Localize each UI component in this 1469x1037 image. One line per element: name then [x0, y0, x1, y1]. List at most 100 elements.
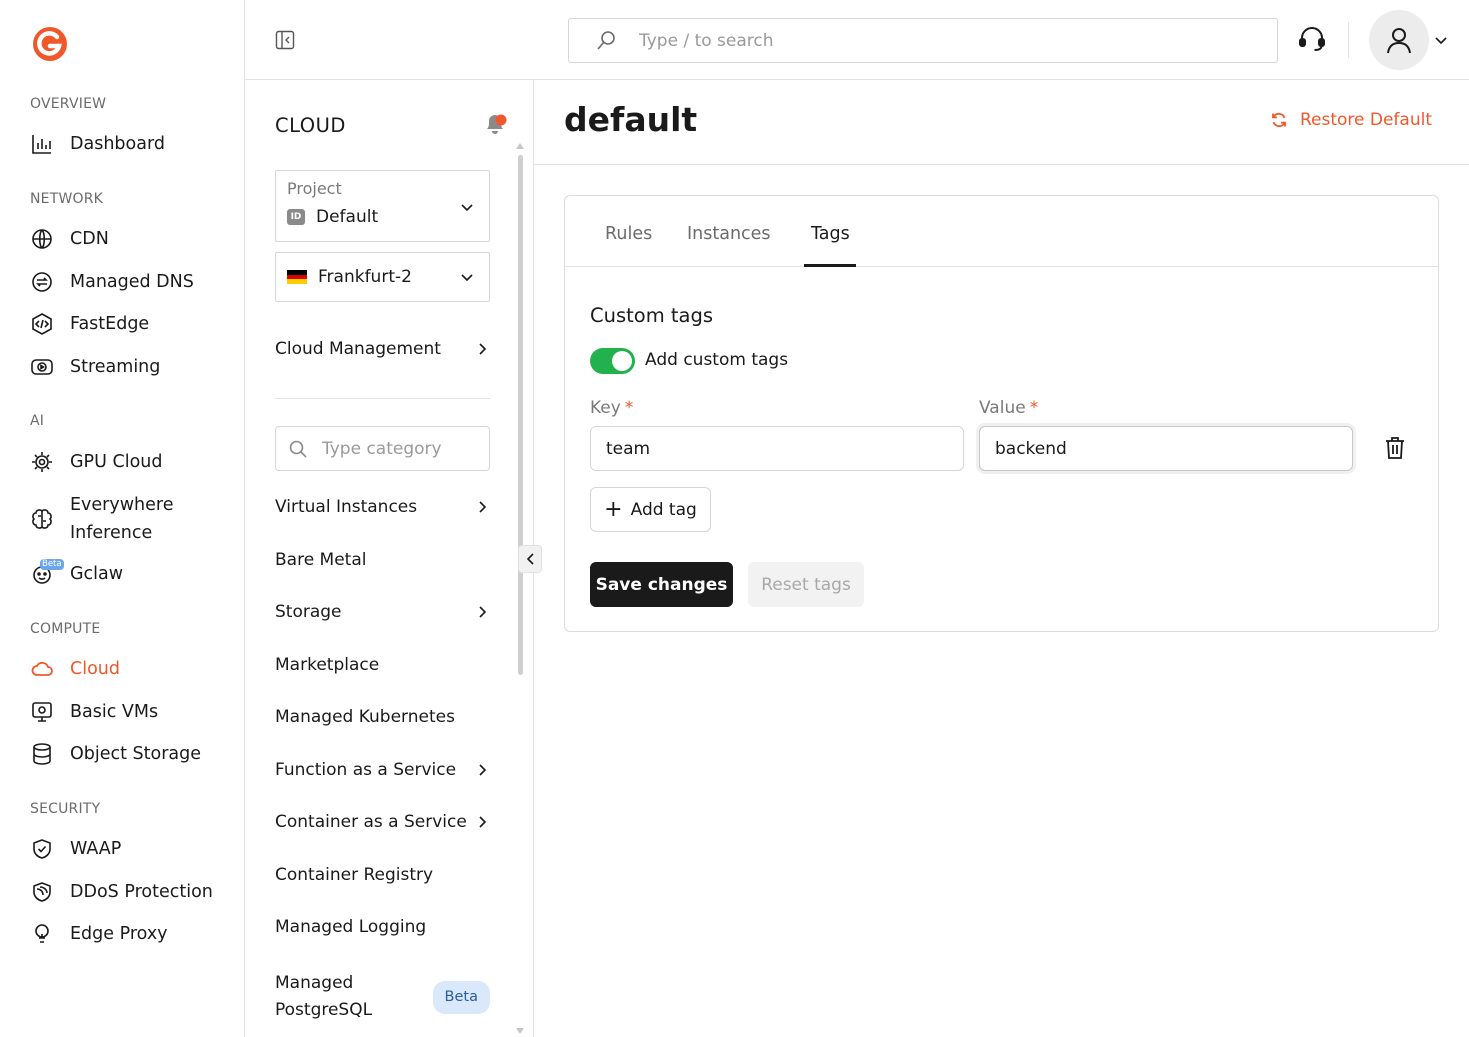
nav-item-label: Basic VMs: [70, 702, 159, 722]
custom-tags-title: Custom tags: [590, 304, 714, 327]
subnav-item-label: Virtual Instances: [275, 497, 418, 517]
subnav-item-bare-metal[interactable]: Bare Metal: [275, 550, 490, 570]
project-name: Default: [316, 207, 379, 227]
region-name: Frankfurt-2: [318, 267, 412, 287]
nav-item-cdn[interactable]: CDN: [30, 227, 109, 251]
add-tag-button[interactable]: + Add tag: [590, 487, 711, 532]
global-search[interactable]: [568, 18, 1278, 63]
nav-item-label: Everywhere Inference: [70, 495, 174, 543]
subnav-item-container-registry[interactable]: Container Registry: [275, 865, 490, 885]
beta-badge: Beta: [432, 980, 490, 1014]
database-icon: [30, 742, 54, 766]
user-avatar[interactable]: [1369, 10, 1429, 70]
nav-item-managed-dns[interactable]: Managed DNS: [30, 270, 194, 294]
subnav-item-cloud-management[interactable]: Cloud Management: [275, 339, 490, 359]
nav-item-ddos-protection[interactable]: DDoS Protection: [30, 880, 213, 904]
page-header: default Restore Default: [534, 80, 1469, 165]
id-badge-icon: ID: [287, 209, 305, 225]
nav-item-fastedge[interactable]: FastEdge: [30, 312, 149, 336]
subnav-item-label: Marketplace: [275, 655, 380, 675]
nav-item-edge-proxy[interactable]: Edge Proxy: [30, 922, 168, 946]
globe-icon: [30, 227, 54, 251]
main-sidebar: OVERVIEW Dashboard NETWORK CDN Managed D…: [0, 0, 245, 1037]
save-changes-button[interactable]: Save changes: [590, 562, 733, 607]
subnav-item-label: Managed Logging: [275, 917, 427, 937]
project-select[interactable]: Project ID Default: [275, 170, 490, 242]
tab-rules[interactable]: Rules: [605, 224, 652, 244]
trash-icon[interactable]: [1384, 436, 1406, 460]
chevron-right-icon: [479, 343, 487, 355]
nav-item-basic-vms[interactable]: Basic VMs: [30, 700, 158, 724]
subnav-item-container-as-a-service[interactable]: Container as a Service: [275, 812, 490, 832]
lightbulb-icon: [30, 922, 54, 946]
plus-icon: +: [604, 496, 623, 522]
chevron-right-icon: [479, 764, 487, 776]
value-label-text: Value: [979, 398, 1026, 418]
nav-item-label: DDoS Protection: [70, 882, 213, 902]
nav-item-label: Managed DNS: [70, 272, 194, 292]
scroll-up-arrow[interactable]: [516, 143, 524, 149]
subnav-scrollbar[interactable]: [518, 155, 523, 675]
subnav-item-label: Managed PostgreSQL: [275, 973, 373, 1020]
tab-instances[interactable]: Instances: [687, 224, 771, 244]
subnav-item-label: Container Registry: [275, 865, 434, 885]
reset-tags-button[interactable]: Reset tags: [748, 562, 864, 607]
required-marker: *: [1029, 398, 1039, 418]
nav-section-security: SECURITY: [30, 801, 101, 817]
subnav-item-managed-postgresql[interactable]: Managed PostgreSQL Beta: [275, 970, 490, 1024]
nav-item-waap[interactable]: WAAP: [30, 837, 121, 861]
subnav-title: CLOUD: [275, 114, 346, 137]
scroll-down-arrow[interactable]: [516, 1028, 524, 1034]
nav-item-label: Gclaw: [70, 564, 124, 584]
tab-bar: Rules Instances Tags: [565, 196, 1438, 267]
cloud-subnav: CLOUD Project ID Default Frankfurt-2 Clo…: [245, 80, 534, 1037]
sidebar-collapse-icon[interactable]: [275, 30, 295, 50]
subnav-item-storage[interactable]: Storage: [275, 602, 490, 622]
chip-icon: [30, 450, 54, 474]
headset-icon[interactable]: [1297, 24, 1327, 54]
bar-chart-icon: [30, 132, 54, 156]
category-search-input[interactable]: [322, 438, 482, 459]
key-field-label: Key *: [590, 398, 633, 418]
restore-default-button[interactable]: Restore Default: [1270, 110, 1432, 130]
tag-key-input[interactable]: [590, 426, 964, 471]
nav-item-cloud[interactable]: Cloud: [30, 657, 120, 681]
nav-item-gclaw[interactable]: Beta Gclaw: [30, 559, 124, 586]
refresh-icon: [1270, 111, 1288, 129]
main-content: default Restore Default Rules Instances …: [534, 80, 1469, 1037]
value-field-label: Value *: [979, 398, 1038, 418]
subnav-item-virtual-instances[interactable]: Virtual Instances: [275, 497, 490, 517]
nav-item-label: Cloud: [70, 659, 120, 679]
nav-item-dashboard[interactable]: Dashboard: [30, 132, 165, 156]
bell-icon[interactable]: [481, 109, 509, 137]
beta-badge: Beta: [40, 559, 64, 570]
project-select-value: ID Default: [287, 207, 378, 227]
subnav-item-managed-logging[interactable]: Managed Logging: [275, 917, 490, 937]
category-search[interactable]: [275, 426, 490, 471]
global-search-input[interactable]: [639, 30, 1239, 51]
region-select[interactable]: Frankfurt-2: [275, 252, 490, 302]
nav-item-label: Dashboard: [70, 134, 165, 154]
nav-item-gpu-cloud[interactable]: GPU Cloud: [30, 450, 162, 474]
nav-item-streaming[interactable]: Streaming: [30, 355, 160, 379]
chevron-down-icon[interactable]: [1433, 32, 1449, 48]
subnav-item-function-as-a-service[interactable]: Function as a Service: [275, 760, 490, 780]
shield-icon: [30, 837, 54, 861]
gcore-logo-icon[interactable]: [30, 24, 70, 64]
settings-card: Rules Instances Tags Custom tags Add cus…: [564, 195, 1439, 632]
custom-tags-toggle[interactable]: [590, 348, 635, 374]
robot-icon: Beta: [30, 559, 64, 586]
nav-item-everywhere-inference[interactable]: Everywhere Inference: [30, 491, 200, 547]
tag-value-input[interactable]: [979, 426, 1353, 471]
nav-item-object-storage[interactable]: Object Storage: [30, 742, 201, 766]
nav-item-label: Object Storage: [70, 744, 202, 764]
tab-tags[interactable]: Tags: [811, 224, 850, 244]
dns-icon: [30, 270, 54, 294]
play-icon: [30, 355, 54, 379]
user-icon: [1387, 28, 1411, 54]
subnav-item-managed-kubernetes[interactable]: Managed Kubernetes: [275, 707, 490, 727]
nav-item-label: WAAP: [70, 839, 122, 859]
subnav-item-marketplace[interactable]: Marketplace: [275, 655, 490, 675]
subnav-divider: [275, 398, 490, 399]
search-icon: [595, 30, 617, 52]
